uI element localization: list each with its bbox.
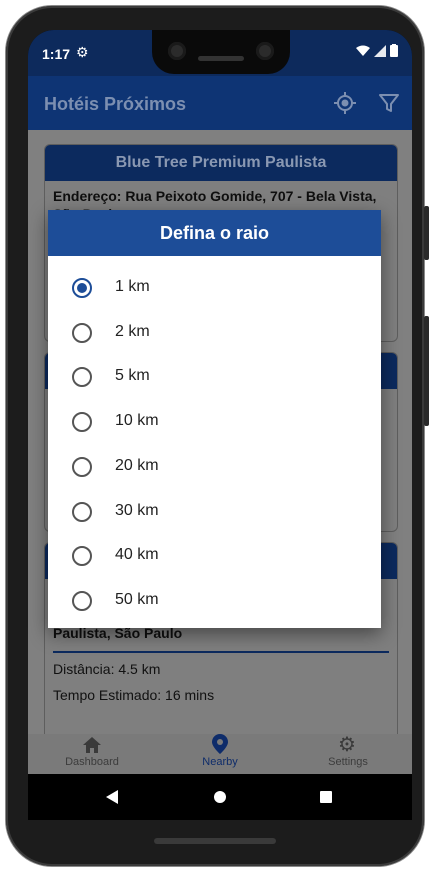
radius-option[interactable]: 50 km: [48, 579, 381, 623]
radio-button[interactable]: [72, 501, 92, 522]
status-gear-icon: ⚙: [76, 44, 89, 60]
signal-icon: [374, 44, 386, 57]
front-camera: [168, 42, 186, 60]
page-title: Hotéis Próximos: [44, 94, 187, 114]
system-navigation-bar: [28, 774, 412, 820]
divider: [53, 651, 389, 653]
camera-notch: [152, 30, 290, 74]
hotel-card-title: Blue Tree Premium Paulista: [45, 145, 397, 181]
radio-button[interactable]: [72, 456, 92, 477]
my-location-icon[interactable]: [332, 90, 358, 116]
front-camera-2: [256, 42, 274, 60]
home-circle-icon[interactable]: [213, 790, 227, 804]
radius-option[interactable]: 2 km: [48, 311, 381, 355]
recents-icon[interactable]: [319, 790, 333, 804]
gear-icon: ⚙: [338, 734, 356, 756]
nav-label-nearby: Nearby: [202, 756, 238, 768]
radio-button[interactable]: [72, 322, 92, 343]
radius-dialog: Defina o raio 1 km 2 km 5 km 10 km 20 km 30 k…: [48, 210, 381, 628]
radius-option-label: 1 km: [115, 278, 150, 295]
wifi-icon: [356, 45, 370, 56]
radius-option-label: 5 km: [115, 367, 150, 385]
nav-label-dashboard: Dashboard: [65, 756, 119, 768]
radius-option[interactable]: 1 km: [48, 266, 381, 310]
radius-option[interactable]: 20 km: [48, 445, 381, 489]
filter-icon[interactable]: [376, 90, 402, 116]
radio-button[interactable]: [72, 367, 92, 388]
nav-item-nearby[interactable]: Nearby: [156, 734, 284, 774]
nav-label-settings: Settings: [328, 756, 368, 768]
radius-option[interactable]: 10 km: [48, 400, 381, 444]
home-icon: [83, 737, 101, 753]
radius-option-label: 20 km: [115, 456, 159, 474]
radio-button[interactable]: [72, 412, 92, 433]
battery-icon: [390, 44, 398, 57]
hotel-card-time-estimate: Tempo Estimado: 16 mins: [53, 687, 215, 703]
bottom-navigation: Dashboard Nearby ⚙ Settings: [28, 734, 412, 774]
app-bar: Hotéis Próximos: [28, 76, 412, 130]
radio-button[interactable]: [72, 546, 92, 567]
radius-option[interactable]: 40 km: [48, 534, 381, 578]
volume-button: [424, 316, 429, 426]
bottom-speaker: [154, 838, 276, 844]
nav-item-settings[interactable]: ⚙ Settings: [284, 734, 412, 774]
status-time: 1:17: [42, 46, 71, 62]
radius-option-label: 40 km: [115, 546, 159, 564]
radius-option-label: 30 km: [115, 501, 159, 519]
back-icon[interactable]: [106, 790, 120, 804]
radio-button[interactable]: [72, 278, 92, 298]
radius-option-label: 50 km: [115, 590, 159, 608]
earpiece-speaker: [198, 56, 244, 61]
radius-option-label: 10 km: [115, 412, 159, 430]
power-button: [424, 206, 429, 260]
dialog-title: Defina o raio: [48, 210, 381, 256]
location-pin-icon: [212, 734, 228, 754]
nav-item-dashboard[interactable]: Dashboard: [28, 734, 156, 774]
system-icons: [356, 44, 398, 57]
radius-option-label: 2 km: [115, 322, 150, 340]
radius-option[interactable]: 30 km: [48, 490, 381, 534]
radio-button[interactable]: [72, 590, 92, 611]
radius-option[interactable]: 5 km: [48, 355, 381, 399]
hotel-card-distance: Distância: 4.5 km: [53, 661, 161, 677]
